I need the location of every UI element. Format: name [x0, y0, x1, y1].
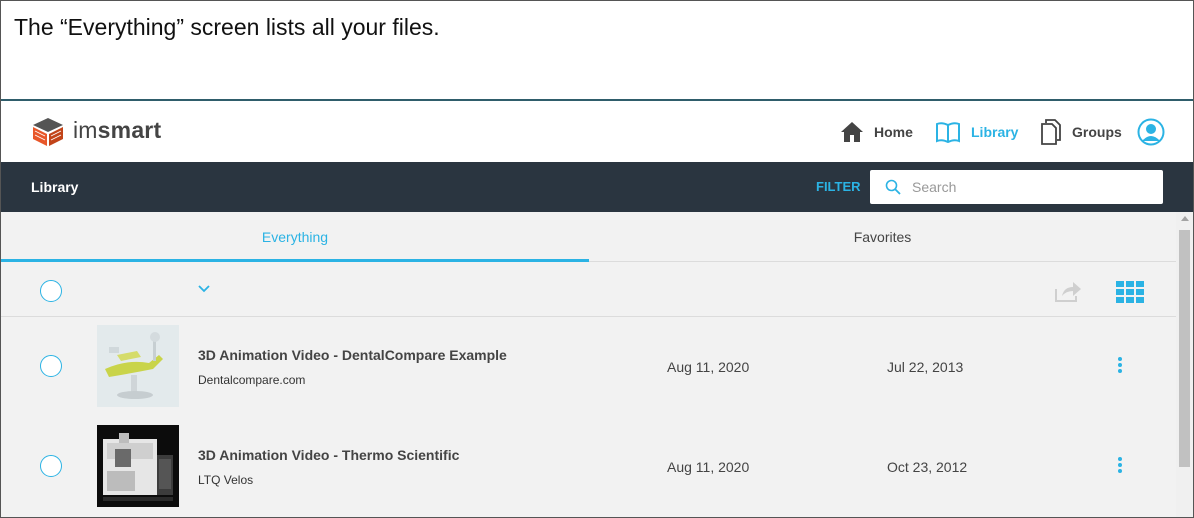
nav-home-label: Home	[874, 124, 913, 140]
logo-text-bold: smart	[97, 117, 162, 143]
file-row[interactable]: 3D Animation Video - DentalCompare Examp…	[1, 317, 1176, 417]
tab-favorites[interactable]: Favorites	[589, 212, 1176, 262]
imsmart-logo-icon[interactable]	[31, 116, 65, 148]
documents-icon	[1041, 119, 1061, 145]
search-box[interactable]	[870, 170, 1163, 204]
library-content: Everything Favorites 3D Animation Video …	[1, 212, 1176, 517]
file-date-added: Aug 11, 2020	[667, 359, 750, 375]
file-source: Dentalcompare.com	[198, 373, 306, 387]
file-title[interactable]: 3D Animation Video - Thermo Scientific	[198, 447, 459, 463]
nav-groups[interactable]: Groups	[1040, 118, 1122, 146]
library-header-bar: Library FILTER	[1, 162, 1193, 212]
book-icon	[936, 122, 960, 143]
nav-library-label: Library	[971, 124, 1019, 140]
share-icon[interactable]	[1053, 279, 1083, 303]
row-select-checkbox[interactable]	[40, 455, 62, 477]
filter-button[interactable]: FILTER	[816, 179, 861, 194]
file-row[interactable]: 3D Animation Video - Thermo Scientific L…	[1, 417, 1176, 517]
more-options-icon[interactable]	[1116, 457, 1124, 477]
file-title[interactable]: 3D Animation Video - DentalCompare Examp…	[198, 347, 507, 363]
vertical-scrollbar[interactable]	[1176, 212, 1193, 517]
file-source: LTQ Velos	[198, 473, 254, 487]
nav-library[interactable]: Library	[935, 118, 1018, 146]
imsmart-logo-text[interactable]: imsmart	[73, 117, 161, 144]
lab-instrument-thumbnail[interactable]	[97, 425, 179, 507]
file-date-added: Aug 11, 2020	[667, 459, 750, 475]
nav-home[interactable]: Home	[840, 118, 913, 146]
file-date-created: Jul 22, 2013	[887, 359, 964, 375]
search-input[interactable]	[912, 176, 1152, 198]
library-title: Library	[31, 179, 79, 195]
chevron-down-icon[interactable]	[197, 284, 211, 294]
library-tabs: Everything Favorites	[1, 212, 1176, 262]
home-icon	[841, 122, 863, 142]
scroll-up-arrow-icon[interactable]	[1181, 216, 1189, 221]
file-date-created: Oct 23, 2012	[887, 459, 968, 475]
list-toolbar	[1, 262, 1176, 317]
user-avatar-icon[interactable]	[1137, 118, 1165, 146]
dental-chair-thumbnail[interactable]	[97, 325, 179, 407]
caption-panel: The “Everything” screen lists all your f…	[1, 1, 1193, 101]
row-select-checkbox[interactable]	[40, 355, 62, 377]
more-options-icon[interactable]	[1116, 357, 1124, 377]
search-icon	[885, 179, 901, 195]
scrollbar-thumb[interactable]	[1179, 230, 1190, 467]
grid-view-icon[interactable]	[1116, 281, 1144, 303]
nav-groups-label: Groups	[1072, 124, 1122, 140]
select-all-checkbox[interactable]	[40, 280, 62, 302]
caption-text: The “Everything” screen lists all your f…	[14, 14, 440, 40]
tab-everything[interactable]: Everything	[1, 212, 589, 262]
logo-text-light: im	[73, 117, 98, 143]
top-navigation-bar: imsmart Home Library Groups	[1, 102, 1193, 162]
